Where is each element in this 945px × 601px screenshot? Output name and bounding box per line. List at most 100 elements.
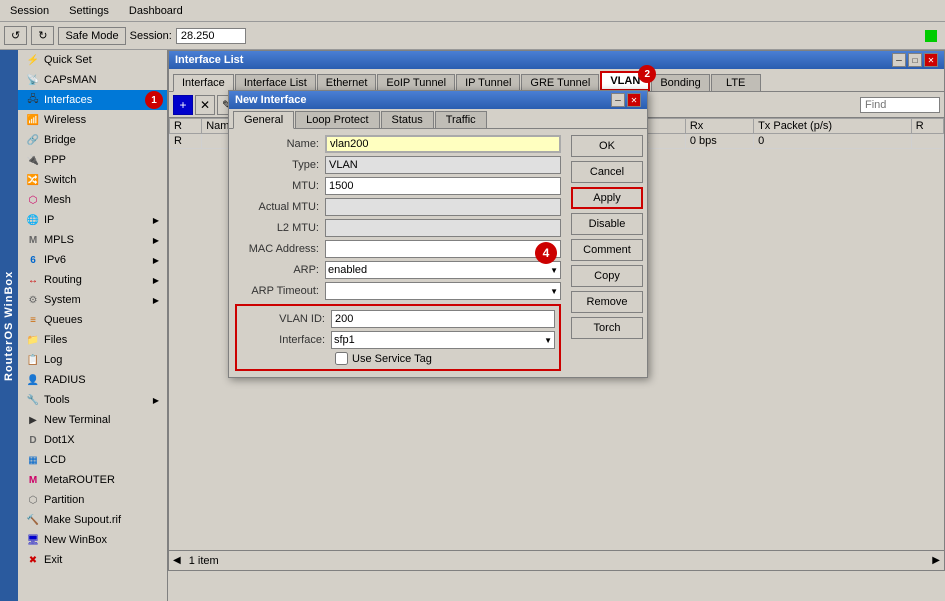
- window-controls: ─ □ ✕: [892, 53, 938, 67]
- sidebar-item-switch[interactable]: 🔀 Switch: [18, 170, 167, 190]
- safe-mode-button[interactable]: Safe Mode: [58, 27, 125, 45]
- copy-button[interactable]: Copy: [571, 265, 643, 287]
- mac-input[interactable]: [325, 240, 561, 258]
- tab-lte[interactable]: LTE: [711, 74, 761, 91]
- dialog-tab-general[interactable]: General: [233, 111, 294, 129]
- sidebar-label-ipv6: IPv6: [44, 254, 66, 266]
- sidebar-item-quickset[interactable]: ⚡ Quick Set: [18, 50, 167, 70]
- dialog-tab-status[interactable]: Status: [381, 111, 434, 128]
- dialog-title-bar: New Interface ─ ✕: [229, 91, 647, 109]
- use-service-tag-checkbox[interactable]: [335, 352, 348, 365]
- sidebar-label-newwinbox: New WinBox: [44, 534, 107, 546]
- redo-button[interactable]: ↻: [31, 26, 54, 45]
- connection-status-indicator: [925, 30, 937, 42]
- sidebar-item-log[interactable]: 📋 Log: [18, 350, 167, 370]
- tab-gre-tunnel[interactable]: GRE Tunnel: [521, 74, 599, 91]
- interface-list-title-bar: Interface List ─ □ ✕: [169, 51, 944, 69]
- dialog-close-button[interactable]: ✕: [627, 93, 641, 107]
- mpls-icon: M: [26, 233, 40, 247]
- remove-interface-button[interactable]: ✕: [195, 95, 215, 115]
- tab-eoip-tunnel[interactable]: EoIP Tunnel: [377, 74, 455, 91]
- menu-settings[interactable]: Settings: [63, 3, 115, 19]
- find-input[interactable]: [860, 97, 940, 113]
- interface-list-tab-bar: Interface Interface List Ethernet EoIP T…: [169, 69, 944, 92]
- sidebar-label-ip: IP: [44, 214, 54, 226]
- remove-button[interactable]: Remove: [571, 291, 643, 313]
- tab-interface-list[interactable]: Interface List: [235, 74, 316, 91]
- sidebar-item-interfaces[interactable]: 🖧 Interfaces 1: [18, 90, 167, 110]
- interface-list-title: Interface List: [175, 54, 243, 66]
- sidebar-label-queues: Queues: [44, 314, 83, 326]
- ok-button[interactable]: OK: [571, 135, 643, 157]
- tab-ip-tunnel[interactable]: IP Tunnel: [456, 74, 520, 91]
- sidebar-item-bridge[interactable]: 🔗 Bridge: [18, 130, 167, 150]
- sidebar-item-ipv6[interactable]: 6 IPv6: [18, 250, 167, 270]
- sidebar-item-newwinbox[interactable]: 🖥 New WinBox: [18, 530, 167, 550]
- minimize-button[interactable]: ─: [892, 53, 906, 67]
- sidebar-item-wireless[interactable]: 📶 Wireless: [18, 110, 167, 130]
- form-row-name: Name:: [235, 135, 561, 153]
- scroll-left-button[interactable]: ◀: [173, 555, 181, 566]
- mtu-input[interactable]: [325, 177, 561, 195]
- sidebar-label-partition: Partition: [44, 494, 84, 506]
- undo-button[interactable]: ↺: [4, 26, 27, 45]
- name-input[interactable]: [325, 135, 561, 153]
- sidebar-item-mpls[interactable]: M MPLS: [18, 230, 167, 250]
- tab-bonding[interactable]: Bonding: [651, 74, 709, 91]
- sidebar-item-ppp[interactable]: 🔌 PPP: [18, 150, 167, 170]
- sidebar-item-metarouter[interactable]: M MetaROUTER: [18, 470, 167, 490]
- vlan-id-input[interactable]: [331, 310, 555, 328]
- apply-button[interactable]: Apply: [571, 187, 643, 209]
- sidebar-item-makesupout[interactable]: 🔨 Make Supout.rif: [18, 510, 167, 530]
- menu-session[interactable]: Session: [4, 3, 55, 19]
- tab-interface[interactable]: Interface: [173, 74, 234, 92]
- sidebar-item-system[interactable]: ⚙ System: [18, 290, 167, 310]
- sidebar-item-mesh[interactable]: ⬡ Mesh: [18, 190, 167, 210]
- dialog-tab-traffic[interactable]: Traffic: [435, 111, 487, 128]
- vlan-section: VLAN ID: Interface: sfp1 ▼ U: [235, 304, 561, 371]
- scroll-right-button[interactable]: ▶: [932, 555, 940, 566]
- comment-button[interactable]: Comment: [571, 239, 643, 261]
- arp-select[interactable]: enabled ▼: [325, 261, 561, 279]
- sidebar-item-ip[interactable]: 🌐 IP: [18, 210, 167, 230]
- use-service-tag-row: Use Service Tag: [335, 352, 555, 365]
- sidebar-item-partition[interactable]: ⬡ Partition: [18, 490, 167, 510]
- sidebar-item-files[interactable]: 📁 Files: [18, 330, 167, 350]
- close-button[interactable]: ✕: [924, 53, 938, 67]
- sidebar-item-radius[interactable]: 👤 RADIUS: [18, 370, 167, 390]
- dialog-minimize-button[interactable]: ─: [611, 93, 625, 107]
- form-row-interface: Interface: sfp1 ▼: [241, 331, 555, 349]
- sidebar-item-tools[interactable]: 🔧 Tools: [18, 390, 167, 410]
- sidebar-item-lcd[interactable]: ▦ LCD: [18, 450, 167, 470]
- sidebar-item-capsman[interactable]: 📡 CAPsMAN: [18, 70, 167, 90]
- wireless-icon: 📶: [26, 113, 40, 127]
- interface-select[interactable]: sfp1 ▼: [331, 331, 555, 349]
- form-row-vlan-id: VLAN ID:: [241, 310, 555, 328]
- cancel-button[interactable]: Cancel: [571, 161, 643, 183]
- sidebar-item-routing[interactable]: ↔ Routing: [18, 270, 167, 290]
- disable-button[interactable]: Disable: [571, 213, 643, 235]
- session-input[interactable]: [176, 28, 246, 44]
- dot1x-icon: D: [26, 433, 40, 447]
- system-icon: ⚙: [26, 293, 40, 307]
- sidebar-item-exit[interactable]: ✖ Exit: [18, 550, 167, 570]
- tab-ethernet[interactable]: Ethernet: [317, 74, 377, 91]
- queues-icon: ≡: [26, 313, 40, 327]
- sidebar-label-interfaces: Interfaces: [44, 94, 92, 106]
- restore-button[interactable]: □: [908, 53, 922, 67]
- add-interface-button[interactable]: +: [173, 95, 193, 115]
- actual-mtu-label: Actual MTU:: [235, 201, 325, 213]
- partition-icon: ⬡: [26, 493, 40, 507]
- arp-timeout-select[interactable]: ▼: [325, 282, 561, 300]
- sidebar-item-queues[interactable]: ≡ Queues: [18, 310, 167, 330]
- sidebar-item-dot1x[interactable]: D Dot1X: [18, 430, 167, 450]
- dialog-tab-loop-protect[interactable]: Loop Protect: [295, 111, 379, 128]
- arp-dropdown-arrow: ▼: [550, 266, 558, 275]
- tab-vlan[interactable]: VLAN 2: [600, 71, 650, 91]
- makesupout-icon: 🔨: [26, 513, 40, 527]
- exit-icon: ✖: [26, 553, 40, 567]
- menu-dashboard[interactable]: Dashboard: [123, 3, 189, 19]
- sidebar-item-newterminal[interactable]: ▶ New Terminal: [18, 410, 167, 430]
- l2-mtu-input: [325, 219, 561, 237]
- torch-button[interactable]: Torch: [571, 317, 643, 339]
